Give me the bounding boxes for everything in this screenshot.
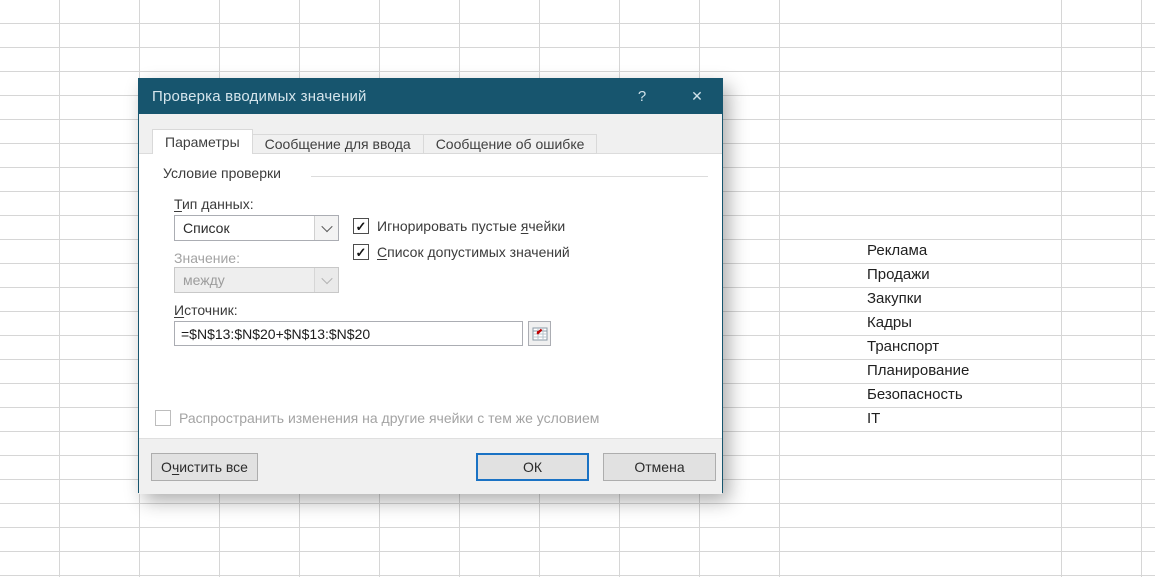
dialog-titlebar[interactable]: Проверка вводимых значений ? ✕ xyxy=(139,79,722,114)
in-cell-dropdown-label-rest: писок допустимых значений xyxy=(387,244,570,260)
source-label-accel: И xyxy=(174,302,184,318)
ok-button[interactable]: ОК xyxy=(476,453,589,481)
dialog-title: Проверка вводимых значений xyxy=(139,88,367,105)
list-item[interactable]: Реклама xyxy=(862,239,1061,263)
collapse-dialog-button[interactable] xyxy=(528,321,551,346)
close-icon: ✕ xyxy=(691,88,703,105)
tab-strip: Параметры Сообщение для ввода Сообщение … xyxy=(139,114,722,153)
cancel-label: Отмена xyxy=(634,459,684,475)
list-item[interactable]: Безопасность xyxy=(862,383,1061,407)
in-cell-dropdown-label-accel: С xyxy=(377,244,387,260)
list-item[interactable]: Закупки xyxy=(862,287,1061,311)
list-item[interactable]: IT xyxy=(862,407,1061,431)
checkbox-box[interactable]: ✓ xyxy=(353,244,369,260)
help-button[interactable]: ? xyxy=(622,79,662,114)
allow-combobox[interactable]: Список xyxy=(174,215,339,241)
chevron-down-icon xyxy=(321,221,332,232)
clear-all-label-rest: истить все xyxy=(179,459,248,475)
tab-error-alert[interactable]: Сообщение об ошибке xyxy=(424,134,598,154)
group-divider xyxy=(311,176,708,177)
clear-all-button[interactable]: Очистить все xyxy=(151,453,258,481)
allow-label-rest: ип данных: xyxy=(182,196,254,212)
checkmark-icon: ✓ xyxy=(356,220,367,233)
list-item[interactable]: Продажи xyxy=(862,263,1061,287)
list-item[interactable]: Кадры xyxy=(862,311,1061,335)
data-combobox: между xyxy=(174,267,339,293)
clear-all-label-pre: О xyxy=(161,459,172,475)
allow-combobox-value: Список xyxy=(175,220,314,236)
checkmark-icon: ✓ xyxy=(356,246,367,259)
in-cell-dropdown-checkbox[interactable]: ✓ Список допустимых значений xyxy=(353,244,570,260)
source-label: Источник: xyxy=(174,302,238,318)
tab-label: Параметры xyxy=(165,134,240,150)
tab-input-message[interactable]: Сообщение для ввода xyxy=(253,134,424,154)
data-combobox-value: между xyxy=(175,272,314,288)
validation-criteria-group-label: Условие проверки xyxy=(163,165,281,181)
tab-label: Сообщение об ошибке xyxy=(436,136,585,152)
apply-to-all-label: Распространить изменения на другие ячейк… xyxy=(179,410,599,426)
data-combobox-arrow xyxy=(314,268,338,292)
checkbox-box[interactable]: ✓ xyxy=(353,218,369,234)
close-button[interactable]: ✕ xyxy=(677,79,717,114)
help-icon: ? xyxy=(638,88,646,105)
gridline-vertical xyxy=(1141,0,1142,577)
chevron-down-icon xyxy=(321,273,332,284)
in-cell-dropdown-label: Список допустимых значений xyxy=(377,244,570,260)
apply-to-all-checkbox: Распространить изменения на другие ячейк… xyxy=(155,410,599,426)
ok-label: ОК xyxy=(523,459,542,475)
data-label: Значение: xyxy=(174,250,240,266)
source-label-rest: сточник: xyxy=(184,302,238,318)
data-validation-dialog: Проверка вводимых значений ? ✕ Параметры… xyxy=(138,78,723,493)
allow-label: Тип данных: xyxy=(174,196,254,212)
clear-all-label: Очистить все xyxy=(161,459,248,475)
ignore-blank-label-pre: Игнорировать пустые xyxy=(377,218,521,234)
collapse-dialog-icon xyxy=(532,327,548,341)
allow-combobox-arrow[interactable] xyxy=(314,216,338,240)
source-input[interactable] xyxy=(174,321,523,346)
ignore-blank-label-rest: чейки xyxy=(528,218,565,234)
tab-label: Сообщение для ввода xyxy=(265,136,411,152)
ignore-blank-label: Игнорировать пустые ячейки xyxy=(377,218,565,234)
cancel-button[interactable]: Отмена xyxy=(603,453,716,481)
gridline-vertical xyxy=(1061,0,1062,577)
checkbox-box xyxy=(155,410,171,426)
list-item[interactable]: Планирование xyxy=(862,359,1061,383)
tab-settings[interactable]: Параметры xyxy=(152,129,253,154)
ignore-blank-checkbox[interactable]: ✓ Игнорировать пустые ячейки xyxy=(353,218,565,234)
allow-label-accel: Т xyxy=(174,196,182,212)
list-item[interactable]: Транспорт xyxy=(862,335,1061,359)
